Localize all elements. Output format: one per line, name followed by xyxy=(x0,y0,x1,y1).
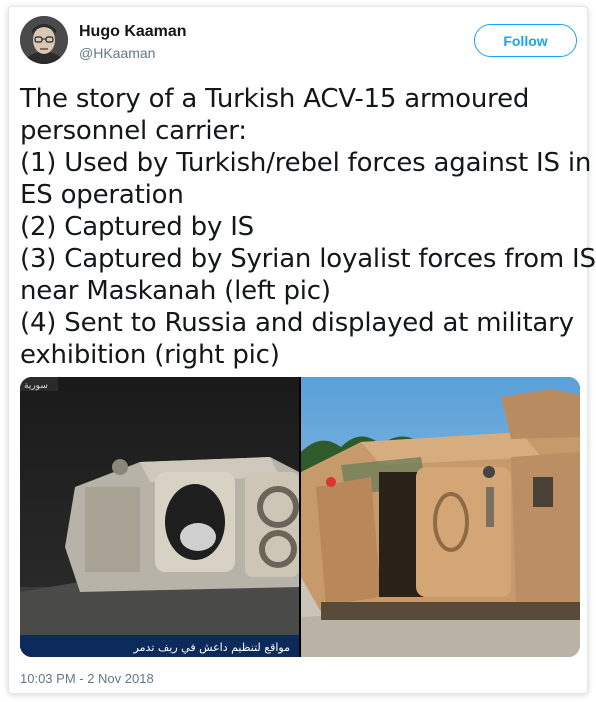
apc-night-photo: سورية مواقع لتنظيم داعش في ريف تدمر xyxy=(20,377,299,657)
tweet-text-line: ES operation xyxy=(20,180,184,210)
author-handle[interactable]: @HKaaman xyxy=(79,45,155,61)
avatar[interactable] xyxy=(20,16,68,64)
tv-caption-text: مواقع لتنظيم داعش في ريف تدمر xyxy=(133,641,291,654)
tv-logo-text: سورية xyxy=(24,381,48,391)
media-photo-right[interactable] xyxy=(301,377,580,657)
tweet-timestamp[interactable]: 10:03 PM - 2 Nov 2018 xyxy=(20,671,154,686)
author-display-name[interactable]: Hugo Kaaman xyxy=(79,23,187,41)
tweet-text-line: (3) Captured by Syrian loyalist forces f… xyxy=(20,244,596,274)
tweet-text-line: exhibition (right pic) xyxy=(20,340,280,370)
follow-button[interactable]: Follow xyxy=(474,24,577,57)
tweet-text-line: (4) Sent to Russia and displayed at mili… xyxy=(20,308,574,338)
tweet-text-line: (2) Captured by IS xyxy=(20,212,254,242)
tweet-text: The story of a Turkish ACV-15 armoured p… xyxy=(20,83,596,371)
apc-exhibition-photo xyxy=(301,377,580,657)
media-photo-left[interactable]: سورية مواقع لتنظيم داعش في ريف تدمر xyxy=(20,377,299,657)
tweet-text-line: The story of a Turkish ACV-15 armoured xyxy=(20,84,530,114)
tweet-text-line: personnel carrier: xyxy=(20,116,247,146)
tweet-card: Hugo Kaaman @HKaaman Follow The story of… xyxy=(8,6,596,694)
avatar-image xyxy=(20,16,68,64)
tweet-media: سورية مواقع لتنظيم داعش في ريف تدمر xyxy=(20,377,580,657)
tweet-text-line: (1) Used by Turkish/rebel forces against… xyxy=(20,148,592,178)
tweet-text-line: near Maskanah (left pic) xyxy=(20,276,331,306)
